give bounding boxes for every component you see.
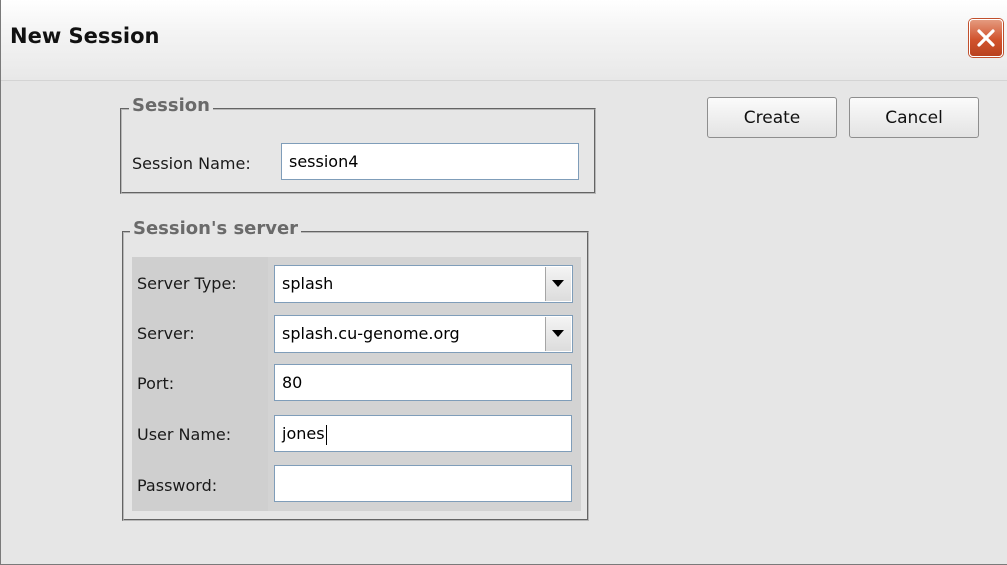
- server-select[interactable]: splash.cu-genome.org: [274, 315, 573, 353]
- session-name-input[interactable]: [281, 143, 579, 180]
- password-input[interactable]: [274, 465, 572, 502]
- port-input[interactable]: [274, 364, 572, 401]
- user-name-value: jones: [282, 424, 325, 443]
- chevron-down-icon: [552, 330, 564, 337]
- create-button[interactable]: Create: [707, 97, 837, 138]
- user-name-label: User Name:: [137, 425, 232, 444]
- window-title: New Session: [10, 24, 160, 48]
- server-label: Server:: [137, 324, 195, 343]
- cancel-button[interactable]: Cancel: [849, 97, 979, 138]
- session-group-legend: Session: [129, 95, 213, 116]
- server-type-dropdown-button[interactable]: [545, 267, 571, 301]
- text-caret: [325, 424, 327, 445]
- port-label: Port:: [137, 374, 175, 393]
- new-session-dialog: New Session Session Session Name: Create…: [0, 0, 1007, 565]
- user-name-input[interactable]: jones: [274, 415, 572, 452]
- title-bar[interactable]: New Session: [1, 0, 1007, 81]
- server-type-label: Server Type:: [137, 274, 237, 293]
- server-type-value: splash: [282, 274, 334, 293]
- server-value: splash.cu-genome.org: [282, 324, 460, 343]
- server-dropdown-button[interactable]: [545, 317, 571, 351]
- password-label: Password:: [137, 476, 218, 495]
- session-name-label: Session Name:: [132, 154, 251, 173]
- server-group-legend: Session's server: [130, 218, 302, 239]
- server-type-select[interactable]: splash: [274, 265, 573, 303]
- chevron-down-icon: [552, 280, 564, 287]
- close-button[interactable]: [969, 19, 1003, 57]
- close-icon: [977, 29, 995, 47]
